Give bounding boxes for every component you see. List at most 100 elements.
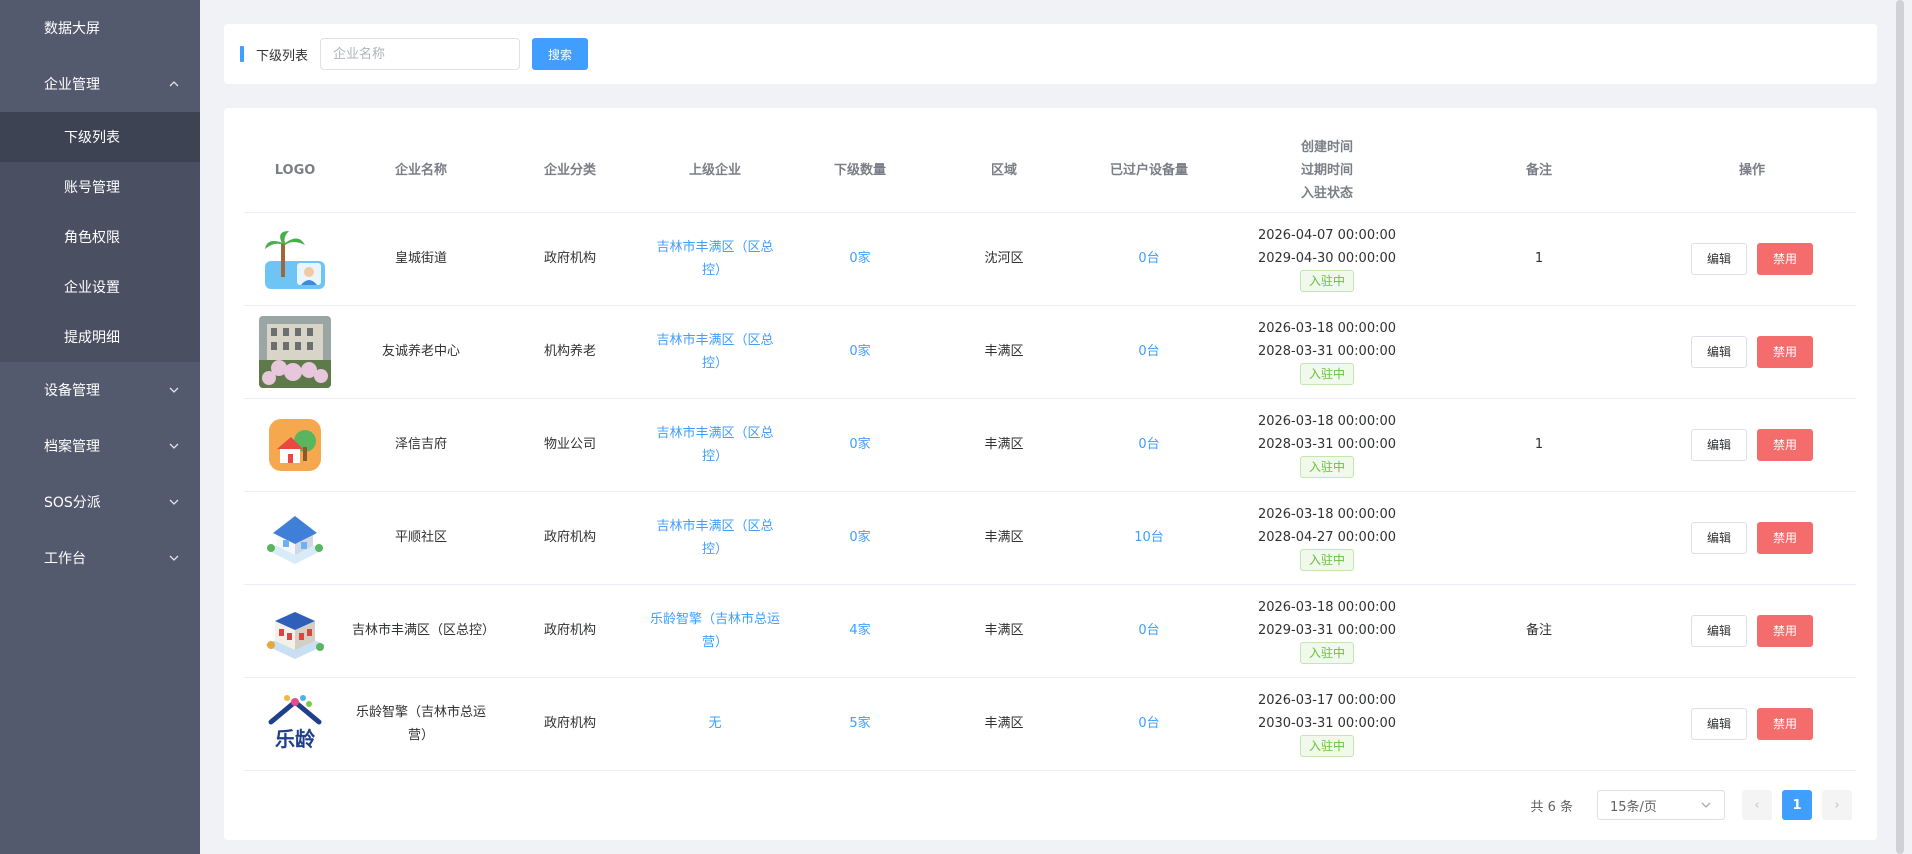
sub-count-link[interactable]: 0家 <box>786 212 934 306</box>
status-badge: 入驻中 <box>1299 642 1354 664</box>
parent-company-link[interactable]: 吉林市丰满区（区总控） <box>644 305 786 399</box>
region: 丰满区 <box>934 584 1074 678</box>
page-1-button[interactable]: 1 <box>1782 790 1812 820</box>
logo-cell <box>244 212 346 306</box>
col-actions: 操作 <box>1648 130 1856 213</box>
table-row: 友诚养老中心 机构养老 吉林市丰满区（区总控） 0家 丰满区 0台 2026-0… <box>244 305 1856 399</box>
sidebar-item-settings[interactable]: 企业设置 <box>0 262 200 312</box>
company-name: 吉林市丰满区（区总控） <box>346 584 496 678</box>
remark: 1 <box>1430 398 1648 492</box>
leling-logo: 乐龄 <box>259 687 331 760</box>
disable-button[interactable]: 禁用 <box>1757 707 1813 740</box>
search-bar: 下级列表 搜索 <box>224 24 1877 84</box>
parent-company-link[interactable]: 无 <box>644 677 786 771</box>
region: 沈河区 <box>934 212 1074 306</box>
sub-count-link[interactable]: 0家 <box>786 491 934 585</box>
sidebar-item-commission[interactable]: 提成明细 <box>0 312 200 362</box>
search-button[interactable]: 搜索 <box>532 38 589 70</box>
expire-time: 2028-04-27 00:00:00 <box>1257 530 1397 545</box>
scrollbar-thumb[interactable] <box>1896 0 1904 854</box>
remark <box>1430 491 1648 585</box>
company-category: 政府机构 <box>496 212 644 306</box>
page-size-select[interactable]: 15条/页 <box>1597 790 1725 820</box>
chevron-down-icon <box>168 440 180 452</box>
sub-count-link[interactable]: 4家 <box>786 584 934 678</box>
actions-cell: 编辑 禁用 <box>1648 398 1856 492</box>
device-count-link[interactable]: 0台 <box>1074 677 1224 771</box>
sidebar: 数据大屏 企业管理 下级列表 账号管理 角色权限 企业设置 提成明细 设备管理 … <box>0 0 200 854</box>
isometric-house-logo <box>259 502 331 574</box>
time-status-cell: 2026-03-18 00:00:00 2028-03-31 00:00:00 … <box>1224 398 1430 492</box>
sidebar-item-roles[interactable]: 角色权限 <box>0 212 200 262</box>
menu-item-archives[interactable]: 档案管理 <box>0 418 200 474</box>
device-count-link[interactable]: 0台 <box>1074 584 1224 678</box>
menu-item-workbench[interactable]: 工作台 <box>0 530 200 586</box>
sub-count-link[interactable]: 0家 <box>786 305 934 399</box>
palm-tree-logo <box>259 223 331 295</box>
disable-button[interactable]: 禁用 <box>1757 335 1813 368</box>
logo-cell <box>244 305 346 399</box>
company-name: 友诚养老中心 <box>346 305 496 399</box>
logo-cell <box>244 491 346 585</box>
parent-company-link[interactable]: 吉林市丰满区（区总控） <box>644 398 786 492</box>
isometric-building-logo <box>259 595 331 667</box>
submenu-label: 企业设置 <box>64 280 120 296</box>
edit-button[interactable]: 编辑 <box>1691 242 1747 275</box>
edit-button[interactable]: 编辑 <box>1691 614 1747 647</box>
sidebar-item-sub-list[interactable]: 下级列表 <box>0 112 200 162</box>
company-name: 泽信吉府 <box>346 398 496 492</box>
next-page-button[interactable]: › <box>1822 790 1852 820</box>
actions-cell: 编辑 禁用 <box>1648 305 1856 399</box>
parent-company-link[interactable]: 吉林市丰满区（区总控） <box>644 212 786 306</box>
device-count-link[interactable]: 0台 <box>1074 398 1224 492</box>
col-created-label: 创建时间 <box>1300 140 1353 156</box>
device-count-link[interactable]: 0台 <box>1074 212 1224 306</box>
company-category: 机构养老 <box>496 305 644 399</box>
sub-count-link[interactable]: 5家 <box>786 677 934 771</box>
chevron-down-icon <box>1701 802 1711 808</box>
actions-cell: 编辑 禁用 <box>1648 677 1856 771</box>
table-card: LOGO 企业名称 企业分类 上级企业 下级数量 区域 已过户设备量 创建时间 … <box>224 108 1877 840</box>
expire-time: 2030-03-31 00:00:00 <box>1257 716 1397 731</box>
logo-cell <box>244 584 346 678</box>
expire-time: 2029-03-31 00:00:00 <box>1257 623 1397 638</box>
menu-item-sos[interactable]: SOS分派 <box>0 474 200 530</box>
actions-cell: 编辑 禁用 <box>1648 491 1856 585</box>
region: 丰满区 <box>934 677 1074 771</box>
menu-item-devices[interactable]: 设备管理 <box>0 362 200 418</box>
device-count-link[interactable]: 10台 <box>1074 491 1224 585</box>
device-count-link[interactable]: 0台 <box>1074 305 1224 399</box>
menu-item-enterprise[interactable]: 企业管理 <box>0 56 200 112</box>
status-badge: 入驻中 <box>1299 735 1354 757</box>
menu-label: 企业管理 <box>44 77 100 93</box>
time-status-cell: 2026-03-17 00:00:00 2030-03-31 00:00:00 … <box>1224 677 1430 771</box>
sub-count-link[interactable]: 0家 <box>786 398 934 492</box>
company-name-input[interactable] <box>320 38 521 70</box>
actions-cell: 编辑 禁用 <box>1648 584 1856 678</box>
expire-time: 2028-03-31 00:00:00 <box>1257 437 1397 452</box>
scrollbar-track <box>1877 0 1912 854</box>
prev-page-button[interactable]: ‹ <box>1742 790 1772 820</box>
col-region: 区域 <box>934 130 1074 213</box>
created-time: 2026-03-18 00:00:00 <box>1257 414 1397 429</box>
menu-label: 数据大屏 <box>44 21 100 37</box>
submenu-label: 下级列表 <box>64 130 120 146</box>
edit-button[interactable]: 编辑 <box>1691 428 1747 461</box>
disable-button[interactable]: 禁用 <box>1757 521 1813 554</box>
disable-button[interactable]: 禁用 <box>1757 428 1813 461</box>
col-name: 企业名称 <box>346 130 496 213</box>
disable-button[interactable]: 禁用 <box>1757 614 1813 647</box>
disable-button[interactable]: 禁用 <box>1757 242 1813 275</box>
sidebar-item-accounts[interactable]: 账号管理 <box>0 162 200 212</box>
chevron-down-icon <box>168 384 180 396</box>
edit-button[interactable]: 编辑 <box>1691 335 1747 368</box>
chevron-down-icon <box>168 552 180 564</box>
edit-button[interactable]: 编辑 <box>1691 707 1747 740</box>
edit-button[interactable]: 编辑 <box>1691 521 1747 554</box>
parent-company-link[interactable]: 乐龄智擎（吉林市总运营） <box>644 584 786 678</box>
created-time: 2026-03-18 00:00:00 <box>1257 507 1397 522</box>
table-header-row: LOGO 企业名称 企业分类 上级企业 下级数量 区域 已过户设备量 创建时间 … <box>244 130 1856 213</box>
menu-item-dashboard[interactable]: 数据大屏 <box>0 0 200 56</box>
parent-company-link[interactable]: 吉林市丰满区（区总控） <box>644 491 786 585</box>
company-category: 政府机构 <box>496 491 644 585</box>
